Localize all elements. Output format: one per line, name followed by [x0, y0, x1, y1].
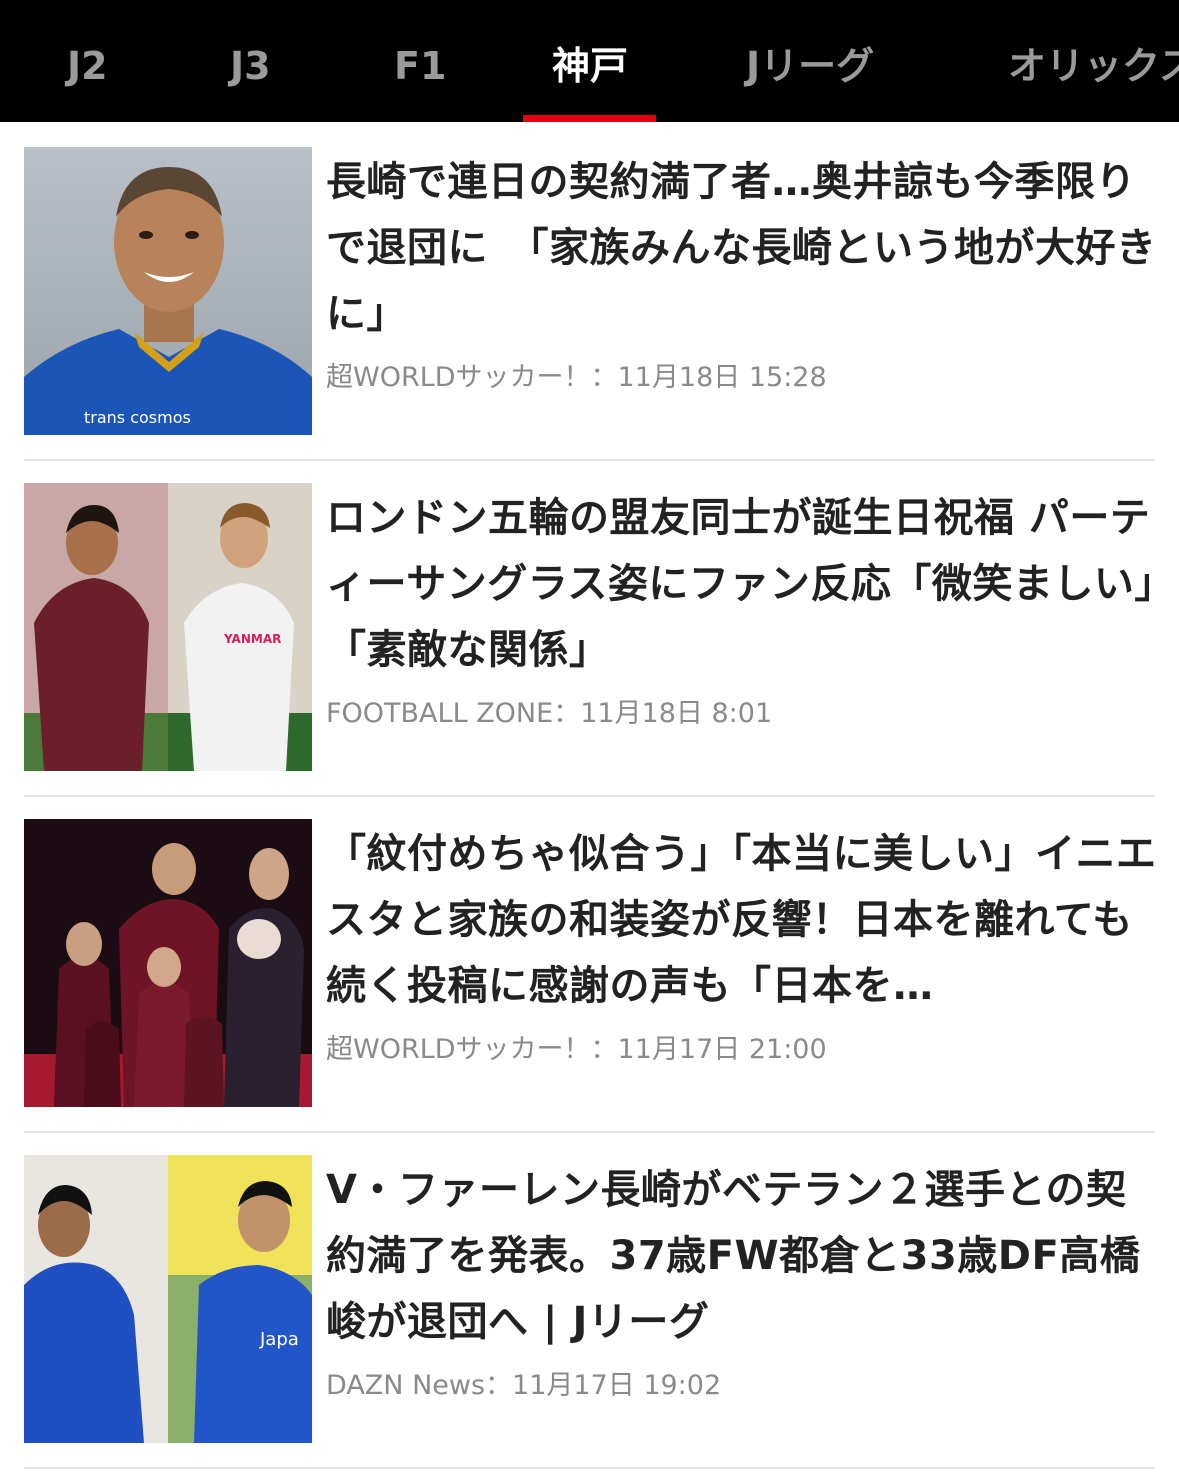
article-thumbnail — [24, 819, 312, 1107]
divider — [24, 795, 1155, 797]
tab-f1[interactable]: F1 — [394, 0, 446, 122]
article-source: 超WORLDサッカー！ — [326, 362, 591, 393]
divider — [24, 1467, 1155, 1469]
article-item[interactable]: YANMAR ロンドン五輪の盟友同士が誕生日祝福 パーティーサングラス姿にファン… — [24, 483, 1155, 772]
article-meta: DAZN News：11月17日 19:02 — [326, 1370, 722, 1401]
article-item[interactable]: Japa V・ファーレン長崎がベテラン２選手との契約満了を発表。37歳FW都倉と… — [24, 1155, 1155, 1444]
article-meta: FOOTBALL ZONE：11月18日 8:01 — [326, 698, 773, 729]
article-source: 超WORLDサッカー！ — [326, 1034, 591, 1065]
thumbnail-logo-text: YANMAR — [223, 632, 281, 646]
category-tab-bar: J2 J3 F1 神戸 Jリーグ オリックス — [0, 0, 1179, 122]
thumbnail-logo-text: Japa — [259, 1329, 299, 1350]
article-datetime: 11月18日 15:28 — [617, 362, 827, 393]
article-datetime: 11月18日 8:01 — [580, 698, 773, 729]
divider — [24, 1131, 1155, 1133]
article-datetime: 11月17日 21:00 — [617, 1034, 827, 1065]
divider — [24, 459, 1155, 461]
article-headline[interactable]: ロンドン五輪の盟友同士が誕生日祝福 パーティーサングラス姿にファン反応「微笑まし… — [326, 485, 1161, 683]
article-thumbnail: Japa — [24, 1155, 312, 1443]
article-thumbnail: trans cosmos — [24, 147, 312, 435]
tab-kobe[interactable]: 神戸 — [552, 0, 628, 122]
thumbnail-logo-text: trans cosmos — [84, 408, 191, 427]
active-tab-indicator — [523, 115, 656, 122]
tab-j2[interactable]: J2 — [67, 0, 108, 122]
article-meta: 超WORLDサッカー！：11月17日 21:00 — [326, 1034, 827, 1065]
article-item[interactable]: trans cosmos 長崎で連日の契約満了者…奥井諒も今季限りで退団に 「家… — [24, 147, 1156, 436]
tab-orix[interactable]: オリックス — [1008, 0, 1179, 122]
article-headline[interactable]: V・ファーレン長崎がベテラン２選手との契約満了を発表。37歳FW都倉と33歳DF… — [326, 1157, 1161, 1355]
article-meta: 超WORLDサッカー！：11月18日 15:28 — [326, 362, 827, 393]
tab-j3[interactable]: J3 — [230, 0, 271, 122]
article-headline[interactable]: 「紋付めちゃ似合う」「本当に美しい」イニエスタと家族の和装姿が反響！日本を離れて… — [326, 821, 1161, 1019]
article-source: DAZN News — [326, 1370, 486, 1401]
article-datetime: 11月17日 19:02 — [512, 1370, 722, 1401]
article-thumbnail: YANMAR — [24, 483, 312, 771]
article-source: FOOTBALL ZONE — [326, 698, 554, 729]
article-item[interactable]: 「紋付めちゃ似合う」「本当に美しい」イニエスタと家族の和装姿が反響！日本を離れて… — [24, 819, 1156, 1108]
article-headline[interactable]: 長崎で連日の契約満了者…奥井諒も今季限りで退団に 「家族みんな長崎という地が大好… — [326, 149, 1161, 347]
tab-j-league[interactable]: Jリーグ — [746, 0, 874, 122]
